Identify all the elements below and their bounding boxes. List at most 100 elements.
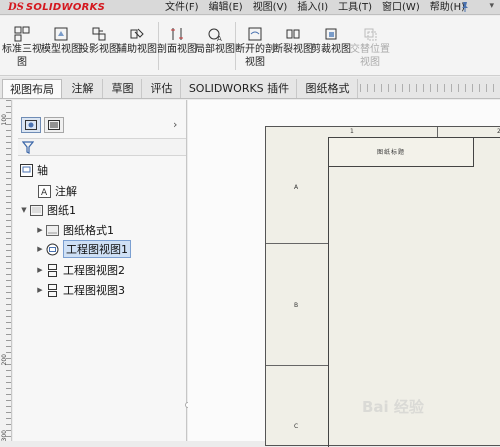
tool-label: 剖面视图	[157, 44, 197, 55]
tree-item-sheet-format1[interactable]: ▶ 图纸格式1	[35, 221, 114, 239]
filter-bar[interactable]	[18, 138, 186, 156]
tree-item-drawing-view1[interactable]: ▶ 工程图视图1	[35, 240, 131, 258]
ruler-label: 100	[1, 114, 8, 126]
drawing-view-icon	[45, 263, 59, 277]
tab-sheet-format[interactable]: 图纸格式	[298, 79, 358, 98]
section-view-button[interactable]: 剖面视图	[157, 18, 197, 74]
menu-view[interactable]: 视图(V)	[248, 0, 293, 15]
watermark: Bai 经验	[362, 398, 424, 416]
tree-root-label: 轴	[37, 164, 48, 177]
broken-out-section-button[interactable]: 断开的剖视图	[235, 18, 275, 74]
drawing-view-icon	[45, 283, 59, 297]
detail-view-icon: A	[208, 28, 222, 42]
tool-label: 交替位置视图	[350, 44, 390, 68]
drawing-view-icon	[45, 242, 59, 256]
tab-annotation[interactable]: 注解	[63, 79, 103, 98]
section-view-icon	[171, 28, 183, 40]
sheet-format-icon	[45, 223, 59, 237]
tool-label: 标准三视图	[2, 44, 42, 68]
zone-letter: A	[294, 184, 299, 191]
tree-item-label: 图纸格式1	[63, 224, 114, 237]
model-view-button[interactable]: 模型视图	[41, 18, 81, 74]
tree-item-label: 工程图视图3	[63, 284, 125, 297]
ruler-label: 200	[1, 354, 8, 366]
more-icon[interactable]: ▾	[489, 1, 494, 11]
crop-view-button[interactable]: 剪裁视图	[311, 18, 351, 74]
break-view-icon	[286, 29, 300, 39]
sheet-icon	[29, 203, 43, 217]
tool-label: 剪裁视图	[311, 44, 351, 55]
title-block[interactable]: 图纸标题	[328, 137, 474, 167]
zone-divider	[437, 127, 438, 137]
menu-window[interactable]: 窗口(W)	[377, 0, 425, 15]
tree-root-item[interactable]: 轴	[19, 161, 48, 179]
zone-letter: C	[294, 423, 299, 430]
tree-item-sheet1[interactable]: ▼ 图纸1	[19, 201, 76, 219]
collapse-arrow-icon[interactable]: ▼	[19, 206, 29, 214]
projected-view-icon	[92, 27, 106, 41]
pin-icon[interactable]	[460, 1, 470, 13]
auxiliary-view-button[interactable]: 辅助视图	[117, 18, 157, 74]
tool-label: 断裂视图	[273, 44, 313, 55]
expand-arrow-icon[interactable]: ▶	[35, 266, 45, 274]
feature-manager-panel: › 轴 A 注解 ▼ 图纸1 ▶ 图纸格式1 ▶ 工程图视图1 ▶ 工程图视图2…	[13, 100, 187, 441]
feature-tree-icon	[25, 120, 37, 130]
drawing-document-icon	[19, 163, 33, 177]
expand-arrow-icon[interactable]: ▶	[35, 286, 45, 294]
property-tab[interactable]	[44, 117, 64, 133]
left-ruler: 100 200 300	[0, 100, 12, 441]
menu-bar: 文件(F) 编辑(E) 视图(V) 插入(I) 工具(T) 窗口(W) 帮助(H…	[160, 0, 470, 15]
zone-row-b: B	[266, 244, 328, 366]
tree-item-label: 图纸1	[47, 204, 76, 217]
panel-expand-arrow-icon[interactable]: ›	[173, 118, 177, 131]
crop-view-icon	[325, 28, 337, 40]
title-block-text: 图纸标题	[377, 149, 406, 156]
tree-item-annotations[interactable]: A 注解	[27, 182, 77, 200]
svg-text:A: A	[41, 188, 48, 198]
menu-insert[interactable]: 插入(I)	[292, 0, 333, 15]
auxiliary-view-icon	[130, 28, 144, 39]
tool-label: 模型视图	[41, 44, 81, 55]
standard-three-view-button[interactable]: 标准三视图	[2, 18, 42, 74]
expand-arrow-icon[interactable]: ▶	[35, 245, 45, 253]
zone-row-c: C	[266, 366, 328, 446]
tree-item-label: 注解	[55, 185, 77, 198]
break-view-button[interactable]: 断裂视图	[273, 18, 313, 74]
command-manager-ribbon: 标准三视图 模型视图 投影视图 辅助视图 剖面视图 A 局部视图 断开的剖视图 …	[0, 16, 500, 76]
svg-text:A: A	[217, 35, 222, 42]
graphics-area[interactable]: A B C 1 2 图纸标题	[188, 100, 500, 447]
ruler-label: 300	[1, 430, 8, 442]
tool-label: 辅助视图	[117, 44, 157, 55]
zone-row-a: A	[266, 127, 328, 244]
zone-number: 1	[350, 128, 354, 135]
ds-logo-mark: DS	[8, 2, 24, 13]
tree-item-label: 工程图视图1	[63, 240, 131, 258]
alternate-position-view-button[interactable]: 交替位置视图	[350, 18, 390, 74]
alternate-position-view-icon	[364, 28, 377, 41]
feature-tree-tab[interactable]	[21, 117, 41, 133]
tree-item-label: 工程图视图2	[63, 264, 125, 277]
detail-view-button[interactable]: A 局部视图	[195, 18, 235, 74]
annotations-icon: A	[37, 184, 51, 198]
standard-three-view-icon	[14, 26, 30, 42]
tool-label: 投影视图	[79, 44, 119, 55]
tab-evaluate[interactable]: 评估	[143, 79, 181, 98]
tree-item-drawing-view2[interactable]: ▶ 工程图视图2	[35, 261, 125, 279]
tree-item-drawing-view3[interactable]: ▶ 工程图视图3	[35, 281, 125, 299]
menu-edit[interactable]: 编辑(E)	[204, 0, 248, 15]
expand-arrow-icon[interactable]: ▶	[35, 226, 45, 234]
tab-sketch[interactable]: 草图	[104, 79, 142, 98]
projected-view-button[interactable]: 投影视图	[79, 18, 119, 74]
zone-letter: B	[294, 302, 299, 309]
solidworks-logo[interactable]: DS SOLIDWORKS	[8, 0, 105, 15]
broken-out-section-icon	[248, 27, 262, 41]
menu-file[interactable]: 文件(F)	[160, 0, 204, 15]
filter-icon[interactable]	[22, 141, 34, 154]
panel-tabs	[21, 117, 64, 133]
tab-solidworks-addins[interactable]: SOLIDWORKS 插件	[182, 79, 297, 98]
top-ruler	[360, 84, 500, 92]
tool-label: 局部视图	[195, 44, 235, 55]
menu-tools[interactable]: 工具(T)	[333, 0, 377, 15]
tool-label: 断开的剖视图	[235, 44, 275, 68]
tab-view-layout[interactable]: 视图布局	[2, 79, 62, 98]
